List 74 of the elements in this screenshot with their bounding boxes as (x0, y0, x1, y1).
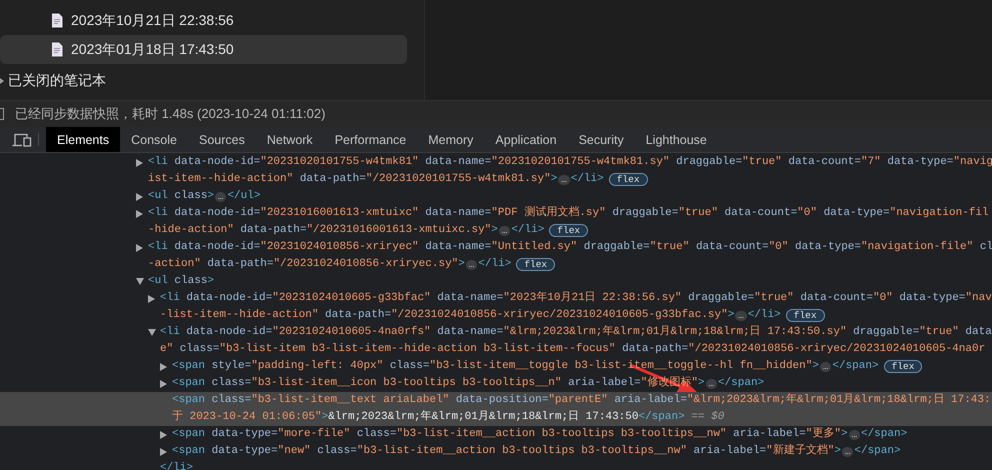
code-text: </li> (478, 257, 512, 272)
code-text: </li> (511, 223, 544, 238)
code-text: </span> (718, 376, 764, 391)
code-text: <li data-node-id="20231020101755-w4tmk81" data-name="20231020101755-w4tmk81.sy" draggable="true" data-count="7" data-type="navig (148, 155, 992, 170)
ellipsis-badge[interactable]: … (848, 430, 860, 440)
dom-node[interactable]: <span data-type="new" class="b3-list-item__action b3-tooltips b3-tooltips__nw" aria-label="新建子文档"> … </span> (0, 443, 992, 460)
flex-badge[interactable]: flex (549, 224, 588, 237)
code-text: </li> (748, 308, 781, 323)
ellipsis-badge[interactable]: … (466, 260, 478, 270)
code-text: <li data-node-id="20231024010605-4na0rfs" data-name="&lrm;2023&lrm;年&lrm;01月&lrm;18&lrm;日 17:43:50.sy" draggable="true" data (160, 324, 992, 340)
disclosure-triangle-icon[interactable] (136, 244, 143, 252)
device-toggle-icon[interactable] (12, 132, 32, 146)
code-text: </li> (160, 461, 194, 470)
document-icon (51, 13, 63, 28)
code-text: e" class="b3-list-item b3-list-item--hide-action b3-list-item--focus" data-path="/20231024010856-xriryec/20231024010605-4na0r (160, 342, 986, 357)
devtools-tab[interactable]: Network (256, 127, 324, 152)
code-text: <ul class> (148, 274, 214, 289)
disclosure-triangle-icon[interactable] (160, 430, 167, 438)
dom-node[interactable]: <li data-node-id="20231016001613-xmtuixc" data-name="PDF 测试用文档.sy" draggable="true" data-count="0" data-type="navigation-fil -hide-action" data-path="/20231016001613-xmtuixc.sy"> … </li> flex (0, 205, 992, 239)
ellipsis-badge[interactable]: … (215, 192, 226, 202)
disclosure-triangle-icon[interactable] (160, 362, 167, 370)
disclosure-triangle-icon[interactable] (160, 448, 167, 456)
ellipsis-badge[interactable]: … (735, 310, 747, 320)
document-icon (51, 42, 63, 57)
disclosure-triangle-icon[interactable] (136, 278, 144, 285)
code-text: ist-item--hide-action" data-path="/20231020101755-w4tmk81.sy"> (148, 172, 558, 187)
code-text: <span data-type="new" class="b3-list-item__action b3-tooltips b3-tooltips__nw" aria-label="新建子文档"> (172, 443, 841, 459)
code-text: -hide-action" data-path="/20231016001613-xmtuixc.sy"> (148, 223, 498, 238)
dom-node[interactable]: <ul class> (0, 273, 992, 290)
status-icon (0, 108, 4, 120)
file-item[interactable]: 2023年01月18日 17:43:50 (0, 35, 407, 64)
ellipsis-badge[interactable]: … (820, 362, 832, 372)
status-message: 已经同步数据快照，耗时 1.48s (2023-10-24 01:11:02) (15, 105, 326, 123)
ellipsis-badge[interactable]: … (498, 226, 510, 236)
dom-node[interactable]: <li data-node-id="20231024010856-xriryec" data-name="Untitled.sy" draggable="true" data-count="0" data-type="navigation-file" cl -action" data-path="/20231024010856-xriryec.sy"> … </li> flex (0, 239, 992, 273)
code-text: </span> (854, 444, 901, 459)
code-text: </li> (570, 172, 604, 187)
devtools-tab[interactable]: Security (568, 127, 635, 152)
code-text: </span> (860, 427, 908, 442)
code-text: <li data-node-id="20231016001613-xmtuixc" data-name="PDF 测试用文档.sy" draggable="true" data-count="0" data-type="navigation-fil (148, 205, 989, 221)
flex-badge[interactable]: flex (786, 309, 825, 322)
devtools-tab[interactable]: Performance (324, 127, 418, 152)
ellipsis-badge[interactable]: … (558, 174, 570, 184)
devtools-tab[interactable]: Lighthouse (634, 127, 718, 152)
flex-badge[interactable]: flex (608, 173, 648, 186)
code-text: -action" data-path="/20231024010856-xriryec.sy"> (148, 257, 465, 272)
chevron-icon[interactable] (0, 78, 4, 84)
ellipsis-badge[interactable]: … (706, 378, 717, 388)
code-text: <li data-node-id="20231024010856-xriryec" data-name="Untitled.sy" draggable="true" data-count="0" data-type="navigation-file" cl (148, 240, 992, 255)
devtools-tab[interactable]: Memory (417, 127, 484, 152)
disclosure-triangle-icon[interactable] (148, 294, 155, 302)
file-item[interactable]: 2023年10月21日 22:38:56 (0, 6, 407, 35)
code-text: </ul> (227, 189, 260, 204)
dom-node[interactable]: <span data-type="more-file" class="b3-list-item__action b3-tooltips b3-tooltips__nw" aria-label="更多"> … </span> (0, 426, 992, 443)
dom-node[interactable]: <ul class> … </ul> (0, 188, 992, 205)
code-text: <span class="b3-list-item__text ariaLabel" data-position="parentE" aria-label="&lrm;2023&lrm;年&lrm;01月&lrm;18&lrm;日 17:43: (172, 392, 991, 408)
section-label: 已关闭的笔记本 (8, 72, 106, 90)
code-text: 于 2023-10-24 01:06:05">&lrm;2023&lrm;年&lrm;01月&lrm;18&lrm;日 17:43:50</span> == $0 (172, 409, 724, 425)
code-text: -list-item--hide-action" data-path="/20231024010856-xriryec/20231024010605-g33bfac.sy"> (160, 308, 734, 323)
code-text: <span data-type="more-file" class="b3-list-item__action b3-tooltips b3-tooltips__nw" aria-label="更多"> (172, 426, 848, 442)
devtools-tab[interactable]: Elements (46, 127, 120, 152)
disclosure-triangle-icon[interactable] (148, 329, 156, 336)
code-text: <ul class> (148, 189, 214, 204)
devtools-tab[interactable]: Console (120, 127, 188, 152)
code-text: </span> (832, 359, 879, 374)
ellipsis-badge[interactable]: … (842, 446, 854, 456)
devtools-tab[interactable]: Sources (188, 127, 256, 152)
disclosure-triangle-icon[interactable] (136, 158, 143, 166)
disclosure-triangle-icon[interactable] (136, 210, 143, 218)
code-text: <li data-node-id="20231024010605-g33bfac" data-name="2023年10月21日 22:38:56.sy" draggable="true" data-count="0" data-type="nav (160, 290, 992, 306)
flex-badge[interactable]: flex (516, 258, 556, 271)
devtools-tab[interactable]: Application (484, 127, 568, 152)
flex-badge[interactable]: flex (884, 360, 922, 373)
disclosure-triangle-icon[interactable] (136, 192, 143, 200)
